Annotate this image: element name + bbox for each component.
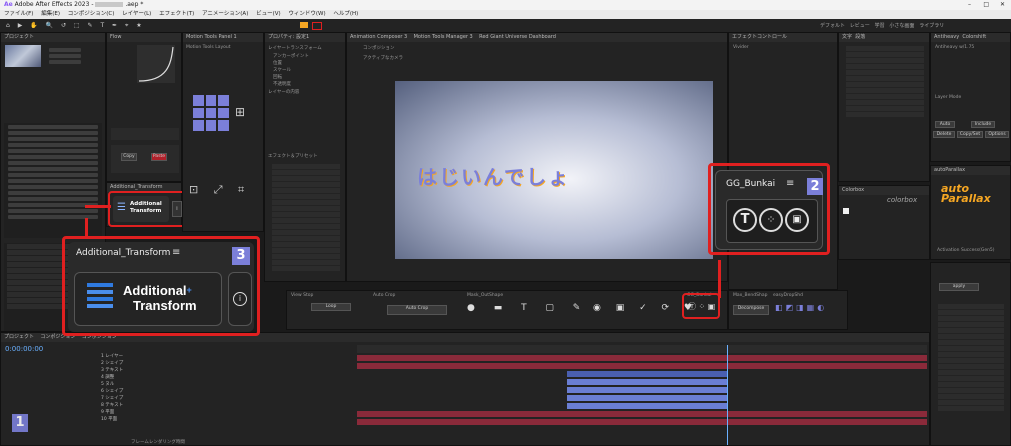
file-name-blurred xyxy=(95,2,124,7)
additional-transform-button[interactable]: Additional+ Transform xyxy=(74,272,222,326)
project-tab[interactable]: プロジェクト xyxy=(1,33,105,42)
color-swatch[interactable] xyxy=(843,208,849,214)
additional-transform-highlight: ☰ Additional Transform i xyxy=(108,191,186,227)
menu-view[interactable]: ビュー(V) xyxy=(256,11,281,17)
plugin-strip: View Stop Loop Auto Crop Auto Crop Mask_… xyxy=(286,290,728,330)
minimize-button[interactable]: – xyxy=(968,0,971,10)
copy-set-button[interactable]: Copy/Set xyxy=(957,131,983,138)
comp-text-layer[interactable]: はじいんでしょ xyxy=(417,161,570,190)
stroke-color-swatch[interactable] xyxy=(312,22,322,30)
autoparallax-panel: autoParallax auto Parallax Activation Suc… xyxy=(930,165,1011,260)
additional-transform-small-button[interactable]: ☰ Additional Transform xyxy=(113,196,169,222)
playhead[interactable] xyxy=(727,345,728,445)
bend-button[interactable]: Decompose xyxy=(733,305,769,315)
menu-composition[interactable]: コンポジション(C) xyxy=(68,11,115,17)
info-icon: i xyxy=(233,292,247,306)
apply-button[interactable]: apply xyxy=(939,283,979,291)
transform-tool-icons[interactable]: ⊡ ⤢ ⌗ xyxy=(189,183,250,197)
badge-1: 1 xyxy=(12,414,28,432)
properties-panel: プロパティ: 設定1 レイヤートランスフォーム アンカーポイント 位置 スケール 回転… xyxy=(264,32,346,282)
tab-motion-tools-manager[interactable]: Motion Tools Manager 3 xyxy=(414,34,473,40)
connector-line-3 xyxy=(85,218,88,236)
mask-tool-icons[interactable]: ● ▬ T ▢ ✎ xyxy=(467,303,588,313)
options-button[interactable]: Options xyxy=(985,131,1009,138)
character-panel: 文字 段落 xyxy=(838,32,930,182)
align-icon[interactable]: ⊞ xyxy=(235,105,245,119)
paste-button[interactable]: Paste xyxy=(151,153,167,161)
auto-crop-button[interactable]: Auto Crop xyxy=(387,305,447,315)
menu-window[interactable]: ウィンドウ(W) xyxy=(288,11,325,17)
timeline-tab-project[interactable]: プロジェクト xyxy=(4,334,34,340)
gg-bunkai-title: GG_Bunkai xyxy=(726,179,776,189)
toggle-auto[interactable]: Auto xyxy=(935,121,955,128)
fill-color-swatch[interactable] xyxy=(300,22,308,28)
tab-red-giant[interactable]: Red Giant Universe Dashboard xyxy=(479,34,556,40)
easing-panel: Flow Copy Paste xyxy=(106,32,182,182)
gg-bunkai-callout: GG_Bunkai ≡ T ⁘ ▣ 2 xyxy=(708,163,830,255)
curve-icon xyxy=(138,46,174,82)
antiheavy-panel: Antiheavy Colorshift Antiheavy w/1.75 La… xyxy=(930,32,1011,162)
menu-bar: ファイル(F) 編集(E) コンポジション(C) レイヤー(L) エフェクト(T… xyxy=(0,10,1011,19)
project-thumbnail xyxy=(5,45,41,67)
copy-button[interactable]: Copy xyxy=(121,153,137,161)
gg-bunkai-highlight: Ⓣ ⁘ ▣ xyxy=(682,293,720,319)
maximize-button[interactable]: □ xyxy=(983,0,989,10)
additional-transform-title: Additional_Transform xyxy=(76,248,171,258)
toggle-include[interactable]: Include xyxy=(971,121,995,128)
ae-logo-icon: Ae xyxy=(4,1,13,8)
composition-panel: Animation Composer 3 Motion Tools Manage… xyxy=(346,32,728,282)
stripes-logo-icon: ☰ xyxy=(117,202,126,213)
additional-transform-callout: Additional_Transform ≡ Additional+ Trans… xyxy=(62,236,260,336)
menu-help[interactable]: ヘルプ(H) xyxy=(333,11,358,17)
connector-line-2 xyxy=(718,260,721,298)
colorbox-panel: Colorbox colorbox xyxy=(838,185,930,260)
hamburger-menu-icon[interactable]: ≡ xyxy=(786,178,794,189)
shadow-icons[interactable]: ◧◩◨▦◐ xyxy=(775,303,827,312)
menu-edit[interactable]: 編集(E) xyxy=(41,11,60,17)
badge-2: 2 xyxy=(807,178,823,195)
info-button[interactable]: i xyxy=(228,272,252,326)
menu-layer[interactable]: レイヤー(L) xyxy=(122,11,151,17)
loop-button[interactable]: Loop xyxy=(311,303,351,311)
close-button[interactable]: ✕ xyxy=(1000,0,1005,10)
motion-tools-panel: Motion Tools Panel 1 Motion Tools Layout… xyxy=(182,32,264,232)
timecode-display[interactable]: 0:00:00:00 xyxy=(5,345,43,353)
workspace-switcher[interactable]: デフォルト レビュー 学習 小さな画面 ライブラリ xyxy=(820,22,944,29)
menu-file[interactable]: ファイル(F) xyxy=(4,11,33,17)
time-ruler[interactable] xyxy=(357,345,927,353)
stripes-logo-icon xyxy=(87,283,113,313)
layer-list[interactable]: 1 レイヤー 2 シェイプ 3 テキスト 4 調整 5 ヌル 6 シェイプ 7 シェイプ 8 … xyxy=(101,353,351,423)
tool-icons[interactable]: ⌂ ▶ ✋ 🔍 ↺ ⬚ ✎ T ✒ ⌖ ★ xyxy=(6,22,145,30)
tools-toolbar: ⌂ ▶ ✋ 🔍 ↺ ⬚ ✎ T ✒ ⌖ ★ デフォルト レビュー 学習 小さな画… xyxy=(0,19,1011,33)
layer-bars[interactable] xyxy=(357,355,927,443)
timeline-panel: プロジェクト コンポジション コンポジション 0:00:00:00 1 レイヤー… xyxy=(0,332,930,446)
gg-bunkai-mini-icons[interactable]: Ⓣ ⁘ ▣ xyxy=(688,301,715,312)
info-icon-small[interactable]: i xyxy=(172,201,182,217)
tab-animation-composer[interactable]: Animation Composer 3 xyxy=(350,34,407,40)
max-bendshap-panel: Max_BendShap Decompose easyDropShd ◧◩◨▦◐ xyxy=(728,290,848,330)
menu-animation[interactable]: アニメーション(A) xyxy=(202,11,248,17)
title-bar: Ae Adobe After Effects 2023 - .aep * – □… xyxy=(0,0,1011,10)
autoparallax-logo: auto Parallax xyxy=(941,182,991,205)
easing-curve-graph[interactable] xyxy=(137,45,175,83)
hamburger-menu-icon[interactable]: ≡ xyxy=(172,247,180,258)
transform-sliders-panel: apply xyxy=(930,262,1011,446)
badge-3: 3 xyxy=(232,247,250,265)
text-split-icon[interactable]: T xyxy=(733,208,757,232)
window-title: Adobe After Effects 2023 - xyxy=(14,1,96,8)
delete-button[interactable]: Delete xyxy=(933,131,955,138)
anchor-grid[interactable] xyxy=(193,95,229,131)
film-split-icon[interactable]: ▣ xyxy=(785,208,809,232)
dots-split-icon[interactable]: ⁘ xyxy=(759,208,783,232)
menu-effect[interactable]: エフェクト(T) xyxy=(159,11,194,17)
comp-canvas[interactable]: はじいんでしょ xyxy=(395,81,713,259)
